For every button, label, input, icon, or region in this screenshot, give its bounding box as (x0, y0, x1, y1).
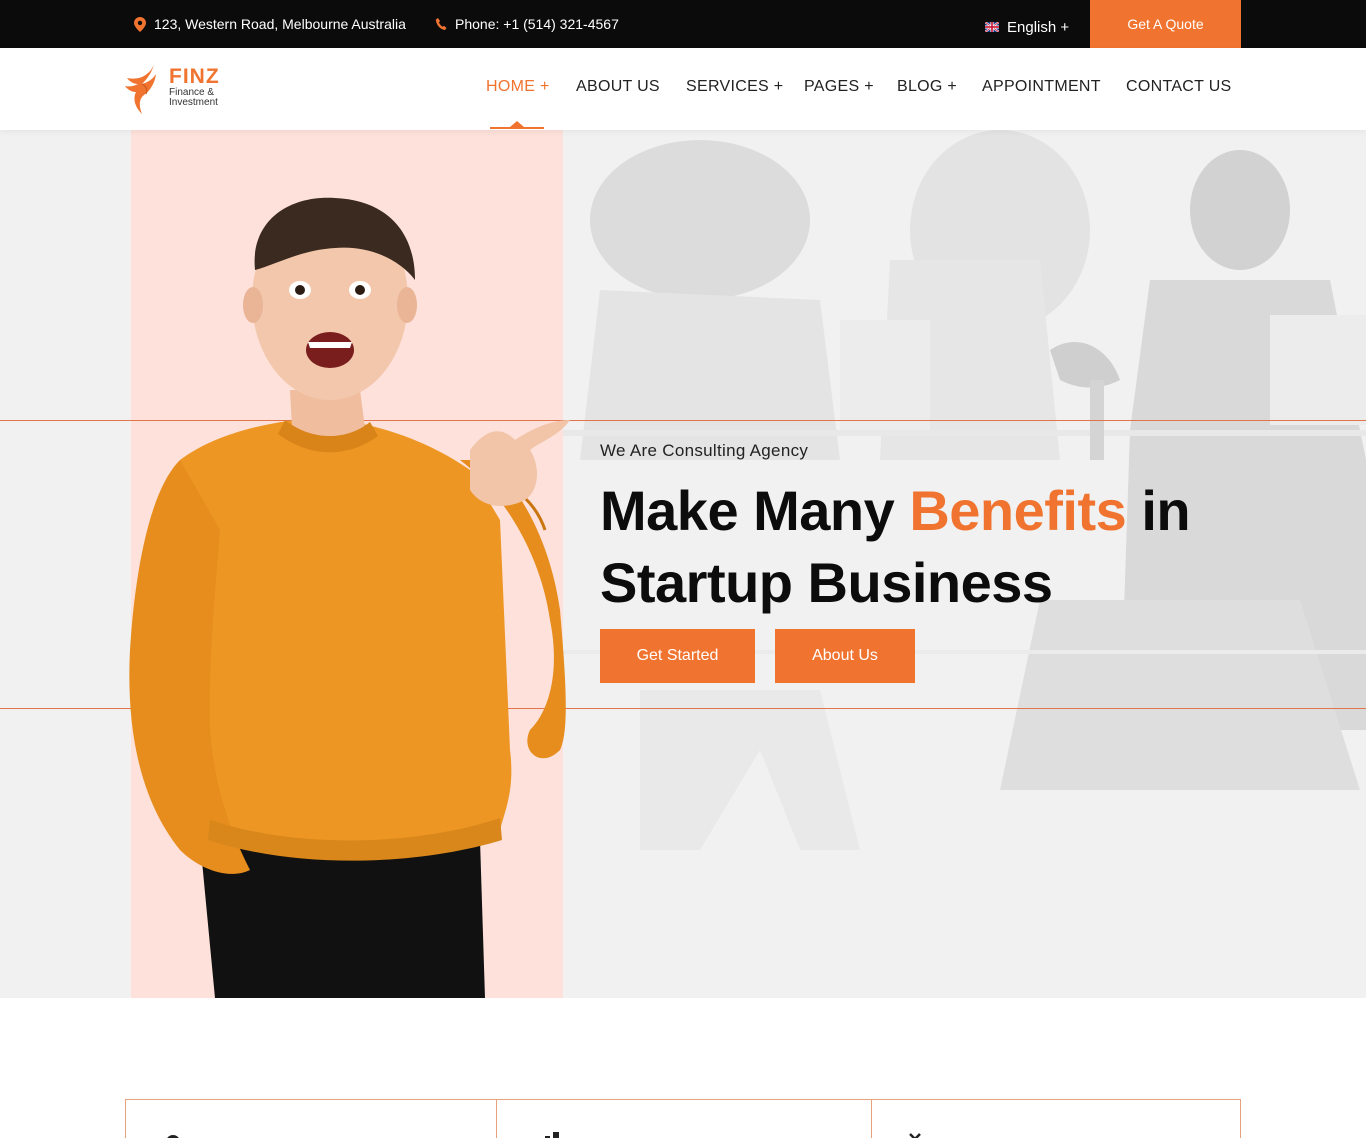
nav-item-services[interactable]: SERVICES + (686, 78, 783, 96)
get-a-quote-button[interactable]: Get A Quote (1090, 0, 1241, 48)
nav-item-blog[interactable]: BLOG + (897, 78, 957, 96)
active-indicator-underline (490, 127, 544, 129)
nav-item-pages[interactable]: PAGES + (804, 78, 874, 96)
phone-icon (435, 18, 447, 30)
about-us-button[interactable]: About Us (775, 629, 915, 683)
phone-text: Phone: +1 (514) 321-4567 (455, 16, 619, 32)
feature-boxes (125, 1099, 1241, 1138)
chart-icon (545, 1132, 559, 1138)
uk-flag-icon (985, 22, 999, 32)
address-text: 123, Western Road, Melbourne Australia (154, 16, 406, 32)
hero-title-accent: Benefits (909, 479, 1127, 542)
language-label: English + (1007, 18, 1070, 36)
smiling-man-image (129, 197, 570, 998)
main-header: FINZ Finance & Investment HOME + ABOUT U… (0, 48, 1366, 130)
phone[interactable]: Phone: +1 (514) 321-4567 (435, 0, 619, 48)
nav-item-about-us[interactable]: ABOUT US (576, 78, 660, 96)
nav-item-contact-us[interactable]: CONTACT US (1126, 78, 1232, 96)
hero-subtitle: We Are Consulting Agency (600, 441, 809, 460)
feature-box (126, 1100, 496, 1138)
target-icon (909, 1133, 921, 1138)
language-selector[interactable]: English + (985, 0, 1069, 54)
main-nav: HOME + ABOUT US SERVICES + PAGES + BLOG … (0, 48, 1366, 130)
nav-item-appointment[interactable]: APPOINTMENT (982, 78, 1101, 96)
map-pin-icon (134, 16, 146, 32)
get-started-button[interactable]: Get Started (600, 629, 755, 683)
hero-section: We Are Consulting Agency Make Many Benef… (0, 130, 1366, 998)
nav-item-home[interactable]: HOME + (486, 78, 550, 96)
feature-box (496, 1100, 871, 1138)
address: 123, Western Road, Melbourne Australia (134, 0, 406, 48)
feature-box (871, 1100, 1241, 1138)
top-bar: 123, Western Road, Melbourne Australia P… (0, 0, 1366, 48)
hero-title: Make Many Benefits in Startup Business (600, 475, 1300, 619)
lightbulb-icon (167, 1135, 179, 1138)
hero-title-part1: Make Many (600, 479, 910, 542)
